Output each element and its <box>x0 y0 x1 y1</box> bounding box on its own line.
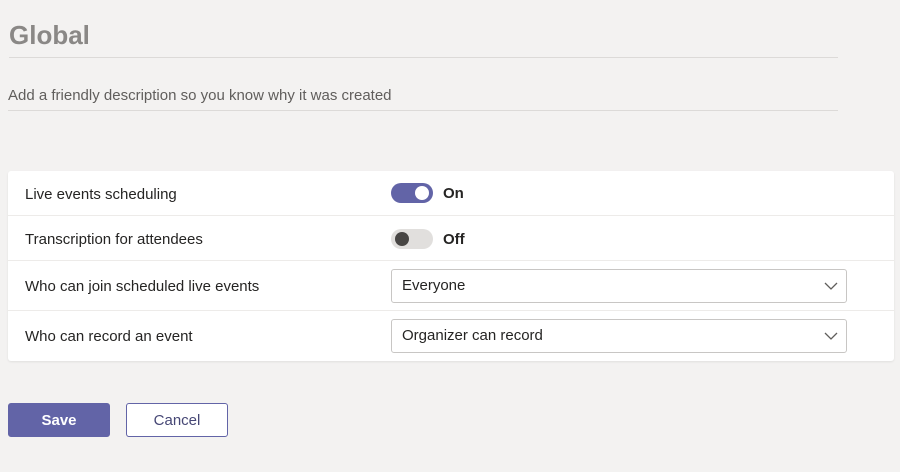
setting-row-transcription: Transcription for attendees Off <box>8 216 894 261</box>
policy-description-field[interactable]: Add a friendly description so you know w… <box>8 84 838 111</box>
transcription-toggle[interactable] <box>391 229 433 249</box>
chevron-down-icon <box>824 332 838 340</box>
dropdown-selected-value: Everyone <box>402 277 466 294</box>
policy-name: Global <box>9 20 90 50</box>
toggle-knob <box>415 186 429 200</box>
live-events-scheduling-toggle-group: On <box>391 183 464 203</box>
setting-label: Who can join scheduled live events <box>25 278 260 295</box>
chevron-down-icon <box>824 282 838 290</box>
policy-name-field[interactable]: Global <box>9 18 838 58</box>
dropdown-selected-value: Organizer can record <box>402 327 543 344</box>
policy-editor-page: Global Add a friendly description so you… <box>0 0 900 472</box>
toggle-state-label: Off <box>443 230 465 248</box>
who-can-join-dropdown[interactable]: Everyone <box>391 269 847 303</box>
live-events-scheduling-toggle[interactable] <box>391 183 433 203</box>
save-button[interactable]: Save <box>8 403 110 437</box>
policy-description-placeholder: Add a friendly description so you know w… <box>8 87 392 104</box>
setting-label: Who can record an event <box>25 328 193 345</box>
toggle-state-label: On <box>443 184 464 202</box>
settings-card: Live events scheduling On Transcription … <box>8 171 894 361</box>
who-can-record-dropdown[interactable]: Organizer can record <box>391 319 847 353</box>
setting-row-who-can-join: Who can join scheduled live events Every… <box>8 261 894 311</box>
setting-label: Transcription for attendees <box>25 231 203 248</box>
cancel-button[interactable]: Cancel <box>126 403 228 437</box>
transcription-toggle-group: Off <box>391 229 465 249</box>
toggle-knob <box>395 232 409 246</box>
setting-row-live-events-scheduling: Live events scheduling On <box>8 171 894 216</box>
setting-label: Live events scheduling <box>25 186 177 203</box>
setting-row-who-can-record: Who can record an event Organizer can re… <box>8 311 894 361</box>
